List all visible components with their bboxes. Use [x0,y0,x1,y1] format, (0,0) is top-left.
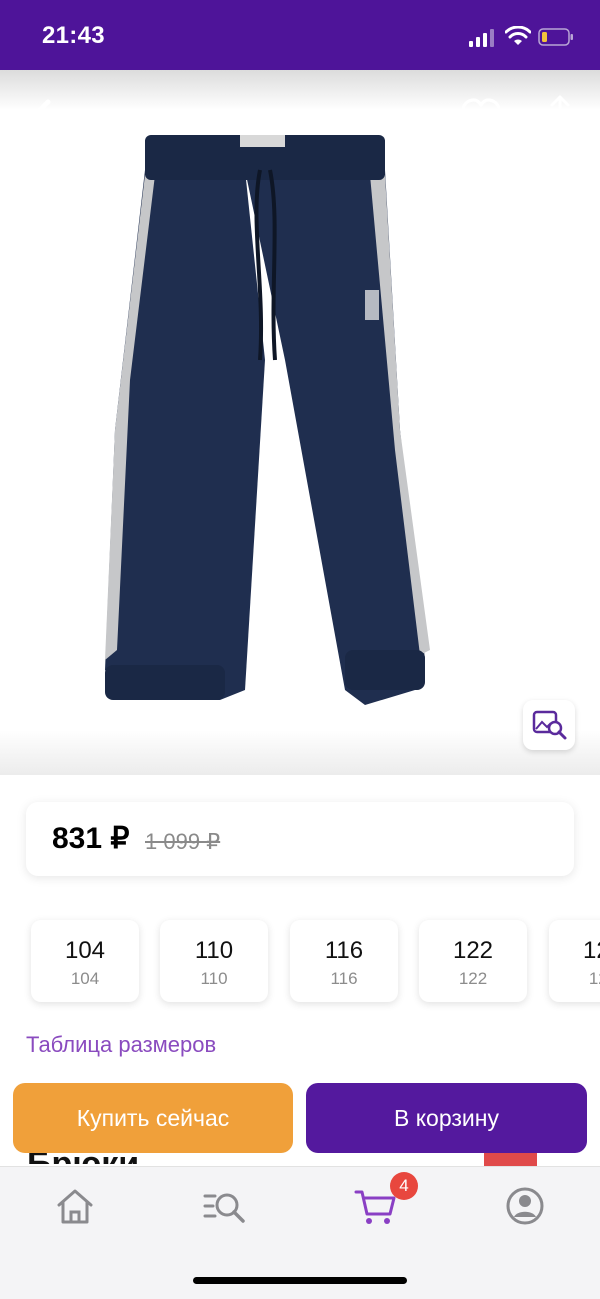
share-icon [545,95,575,138]
add-to-cart-button[interactable]: В корзину [306,1083,587,1153]
visual-search-button[interactable] [523,700,575,750]
old-price: 1 099 ₽ [145,829,221,854]
size-label: 110 [194,937,234,964]
size-label: 122 [452,937,494,964]
size-sublabel: 110 [200,969,228,988]
heart-icon [461,98,501,136]
tab-catalog[interactable] [201,1184,249,1228]
profile-icon [506,1187,544,1225]
size-label: 104 [64,937,106,964]
product-photo [105,135,430,705]
image-search-icon [532,710,567,740]
chevron-left-icon [29,99,51,137]
size-sublabel: 128 [588,969,600,988]
size-label: 116 [324,937,364,964]
battery-icon [538,28,573,46]
wifi-icon [505,26,531,45]
current-price: 831 ₽ [52,822,130,855]
status-time: 21:43 [42,22,105,49]
cart-count-badge: 4 [390,1172,418,1200]
size-option[interactable]: 128 128 [549,920,600,1002]
size-sublabel: 116 [330,969,358,988]
share-button[interactable] [540,94,580,140]
home-icon [57,1189,93,1224]
back-button[interactable] [22,96,58,140]
tab-home[interactable] [51,1184,99,1228]
size-option[interactable]: 122 122 [419,920,527,1002]
size-sublabel: 104 [70,969,100,988]
tab-profile[interactable] [501,1184,549,1228]
home-indicator [193,1277,407,1284]
size-label: 128 [582,937,600,964]
size-option[interactable]: 110 110 [160,920,268,1002]
size-sublabel: 122 [458,969,488,988]
catalog-search-icon [203,1193,245,1223]
cellular-signal-icon [469,29,494,47]
buy-now-button[interactable]: Купить сейчас [13,1083,293,1153]
size-table-link[interactable]: Таблица размеров [26,1032,216,1058]
size-option[interactable]: 116 116 [290,920,398,1002]
favorite-button[interactable] [458,96,504,140]
size-option[interactable]: 104 104 [31,920,139,1002]
